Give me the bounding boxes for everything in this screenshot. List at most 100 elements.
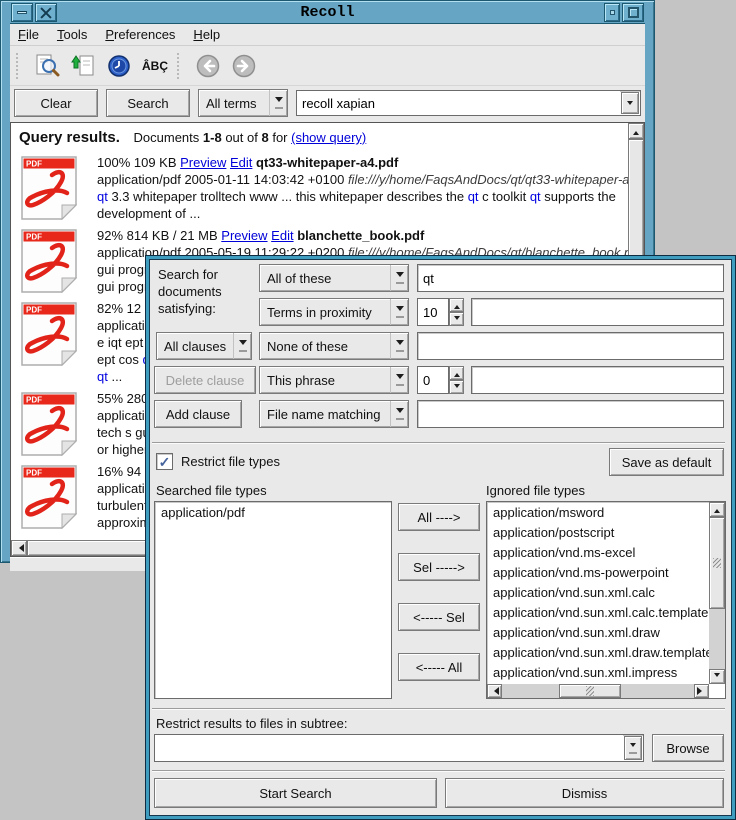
move-all-left-button[interactable]: <----- All xyxy=(398,653,480,681)
result-link[interactable]: Preview xyxy=(180,155,226,170)
spin-value[interactable] xyxy=(417,298,449,326)
proximity-spinbox[interactable] xyxy=(417,298,464,326)
chevron-down-icon[interactable] xyxy=(390,265,408,291)
menu-tools[interactable]: Tools xyxy=(57,27,87,42)
svg-text:PDF: PDF xyxy=(26,233,42,242)
searched-types-label: Searched file types xyxy=(156,482,267,499)
move-all-right-button[interactable]: All ----> xyxy=(398,503,480,531)
chevron-down-icon[interactable] xyxy=(269,90,287,116)
result-text-segment: 92% 814 KB / 21 MB xyxy=(97,228,221,243)
chevron-down-icon[interactable] xyxy=(390,367,408,393)
chevron-down-icon[interactable] xyxy=(624,736,642,760)
spin-up-icon[interactable] xyxy=(449,298,464,312)
term-explorer-icon[interactable]: ÂBÇ xyxy=(141,52,169,80)
spin-up-icon[interactable] xyxy=(449,366,464,380)
dismiss-button[interactable]: Dismiss xyxy=(445,778,724,808)
scroll-thumb[interactable] xyxy=(709,517,725,609)
file-type-item[interactable]: application/vnd.ms-powerpoint xyxy=(489,563,707,583)
file-type-item[interactable]: application/msword xyxy=(489,503,707,523)
phrase-slack-spinbox[interactable] xyxy=(417,366,464,394)
clause-value-input-1[interactable] xyxy=(417,264,724,292)
menu-file[interactable]: File xyxy=(18,27,39,42)
result-text-segment: blanchette_book.pdf xyxy=(297,228,424,243)
clause-value-input-4[interactable] xyxy=(471,366,724,394)
search-button[interactable]: Search xyxy=(106,89,190,117)
spin-down-icon[interactable] xyxy=(449,380,464,394)
result-text-segment: ept cos xyxy=(97,352,143,367)
start-search-button[interactable]: Start Search xyxy=(154,778,437,808)
clause-type-combo-3[interactable]: None of these xyxy=(259,332,409,360)
result-text-segment: qt xyxy=(97,369,108,384)
result-link[interactable]: Preview xyxy=(221,228,267,243)
menu-help[interactable]: Help xyxy=(193,27,220,42)
clause-value-input-3[interactable] xyxy=(417,332,724,360)
file-type-item[interactable]: application/vnd.sun.xml.impress xyxy=(489,663,707,683)
file-type-item[interactable]: application/vnd.sun.xml.draw xyxy=(489,623,707,643)
history-icon[interactable] xyxy=(105,52,133,80)
delete-clause-button[interactable]: Delete clause xyxy=(154,366,256,394)
subtree-combo[interactable] xyxy=(154,734,644,762)
spin-down-icon[interactable] xyxy=(449,312,464,326)
scroll-left-icon[interactable] xyxy=(487,684,502,698)
restrict-file-types-checkbox[interactable]: ✓ xyxy=(156,453,173,470)
move-selected-right-button[interactable]: Sel -----> xyxy=(398,553,480,581)
move-selected-left-button[interactable]: <----- Sel xyxy=(398,603,480,631)
minimize-button[interactable] xyxy=(604,3,620,22)
maximize-button[interactable] xyxy=(622,3,644,22)
chevron-down-icon[interactable] xyxy=(390,401,408,427)
result-link[interactable]: Edit xyxy=(230,155,252,170)
file-type-item[interactable]: application/vnd.sun.xml.draw.template xyxy=(489,643,707,663)
query-input-combo[interactable] xyxy=(296,90,641,116)
clause-type-combo-1[interactable]: All of these xyxy=(259,264,409,292)
scroll-down-icon[interactable] xyxy=(709,669,725,684)
query-input[interactable] xyxy=(297,91,620,115)
browse-button[interactable]: Browse xyxy=(652,734,724,762)
sort-parameters-icon[interactable] xyxy=(69,52,97,80)
close-button[interactable] xyxy=(35,3,57,22)
result-text-segment: supports the xyxy=(541,189,616,204)
subtree-input[interactable] xyxy=(155,735,623,761)
scroll-up-icon[interactable] xyxy=(709,502,725,517)
scroll-thumb[interactable] xyxy=(559,684,621,698)
toolbar-handle[interactable] xyxy=(16,53,21,79)
search-bar: Clear Search All terms xyxy=(10,86,645,120)
results-header: Query results. Documents 1-8 out of 8 fo… xyxy=(19,129,628,146)
ignored-list-vertical-scrollbar[interactable] xyxy=(709,502,725,684)
file-type-item[interactable]: application/postscript xyxy=(489,523,707,543)
spin-value[interactable] xyxy=(417,366,449,394)
chevron-down-icon[interactable] xyxy=(390,333,408,359)
searched-file-types-list[interactable]: application/pdf xyxy=(154,501,392,699)
window-menu-button[interactable] xyxy=(11,3,33,22)
add-clause-button[interactable]: Add clause xyxy=(154,400,242,428)
clause-conjunction-combo[interactable]: All clauses xyxy=(156,332,252,360)
subtree-label: Restrict results to files in subtree: xyxy=(156,715,347,732)
back-icon[interactable] xyxy=(194,52,222,80)
result-link[interactable]: Edit xyxy=(271,228,293,243)
clause-type-combo-5[interactable]: File name matching xyxy=(259,400,409,428)
show-query-link[interactable]: (show query) xyxy=(291,130,366,145)
save-as-default-button[interactable]: Save as default xyxy=(609,448,724,476)
clear-button[interactable]: Clear xyxy=(14,89,98,117)
titlebar[interactable]: Recoll xyxy=(10,2,645,24)
forward-icon[interactable] xyxy=(230,52,258,80)
clause-type-combo-2[interactable]: Terms in proximity xyxy=(259,298,409,326)
scroll-right-icon[interactable] xyxy=(694,684,709,698)
ignored-list-horizontal-scrollbar[interactable] xyxy=(487,684,709,698)
advanced-search-icon[interactable] xyxy=(33,52,61,80)
chevron-down-icon[interactable] xyxy=(233,333,251,359)
file-type-item[interactable]: application/vnd.sun.xml.calc.template xyxy=(489,603,707,623)
file-type-item[interactable]: application/pdf xyxy=(157,503,389,523)
clause-value-input-5[interactable] xyxy=(417,400,724,428)
chevron-down-icon[interactable] xyxy=(390,299,408,325)
file-type-item[interactable]: application/vnd.sun.xml.calc xyxy=(489,583,707,603)
menu-preferences[interactable]: Preferences xyxy=(105,27,175,42)
clause-value-input-2[interactable] xyxy=(471,298,724,326)
scroll-up-icon[interactable] xyxy=(628,123,644,139)
search-mode-combo[interactable]: All terms xyxy=(198,89,288,117)
result-row[interactable]: PDF 100% 109 KB Preview Edit qt33-whitep… xyxy=(19,154,628,222)
file-type-item[interactable]: application/vnd.ms-excel xyxy=(489,543,707,563)
clause-type-combo-4[interactable]: This phrase xyxy=(259,366,409,394)
chevron-down-icon[interactable] xyxy=(621,92,639,114)
ignored-file-types-list[interactable]: application/mswordapplication/postscript… xyxy=(486,501,726,699)
scroll-left-icon[interactable] xyxy=(11,540,27,556)
